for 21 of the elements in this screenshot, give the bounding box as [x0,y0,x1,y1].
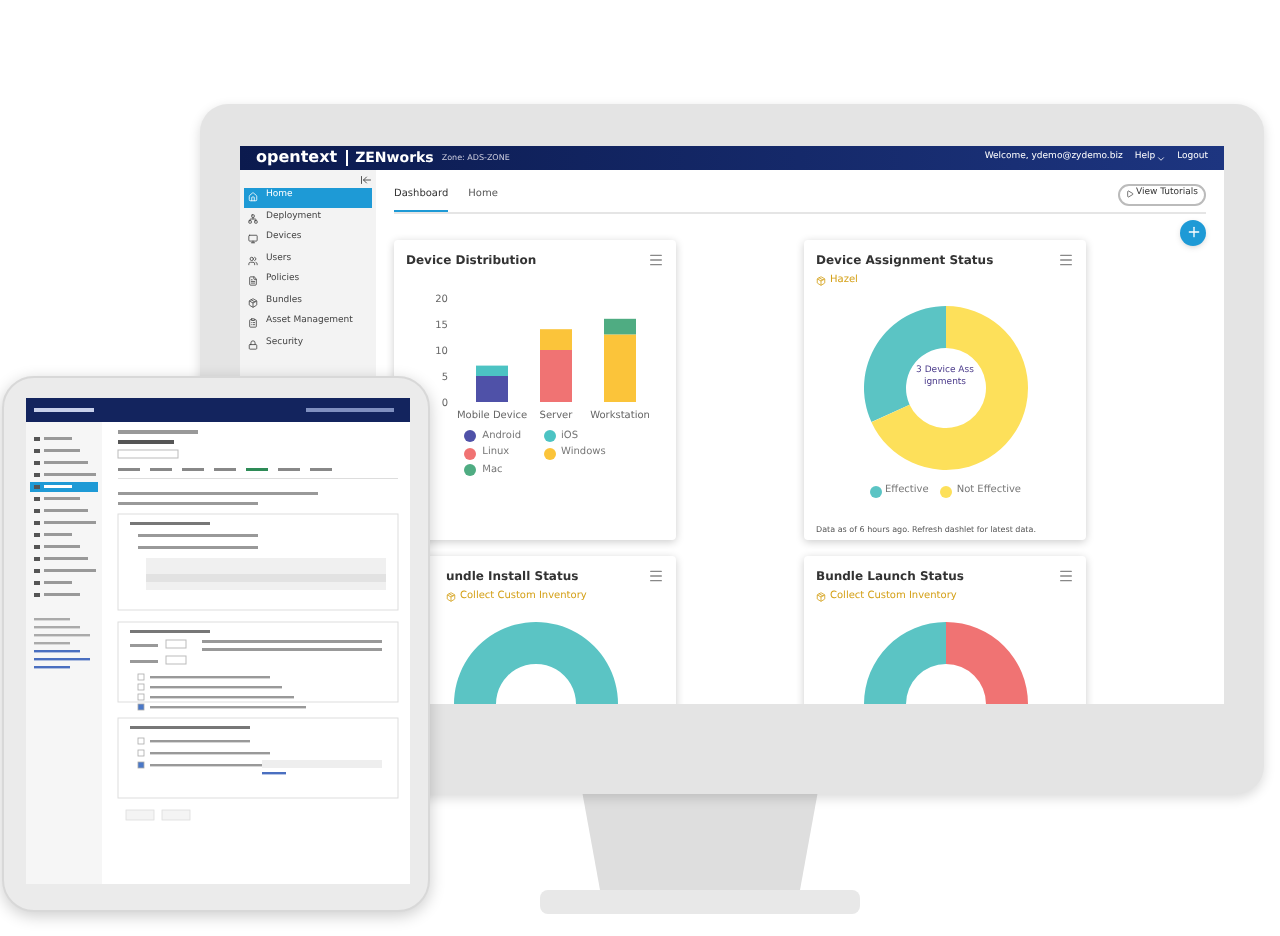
menu-icon[interactable] [648,567,664,583]
clipboard-icon [248,318,258,328]
package-icon [816,275,826,286]
network-icon [248,213,258,223]
lock-icon [248,339,258,349]
package-icon [816,591,826,602]
package-icon [446,591,456,602]
package-icon [248,297,258,307]
home-icon [248,192,258,202]
collapse-icon[interactable] [360,174,372,186]
add-button[interactable] [1180,219,1206,245]
caret-icon [1155,153,1166,163]
users-icon [248,255,258,265]
plus-icon [1185,224,1201,240]
brand-logo: opentext [256,146,338,170]
menu-icon[interactable] [1058,251,1074,267]
document-icon [248,276,258,286]
menu-icon[interactable] [1058,567,1074,583]
monitor-icon [248,234,258,244]
menu-icon[interactable] [648,251,664,267]
play-icon [1126,190,1134,199]
